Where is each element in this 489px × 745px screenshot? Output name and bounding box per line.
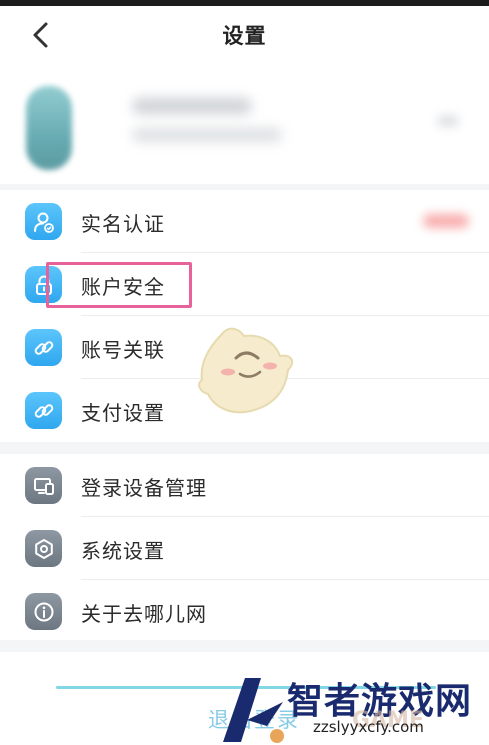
menu-item-about[interactable]: 关于去哪儿网 — [0, 580, 489, 643]
menu-item-account-linking[interactable]: 账号关联 — [0, 316, 489, 379]
info-icon — [25, 593, 62, 630]
account-settings-group: 实名认证 账户安全 账号关联 支付设置 — [0, 190, 489, 442]
watermark-logo-icon — [223, 678, 284, 743]
blurred-username — [132, 98, 252, 114]
menu-item-real-name-verification[interactable]: 实名认证 — [0, 190, 489, 253]
navigation-bar: 设置 — [0, 6, 489, 64]
link-icon — [25, 392, 62, 429]
menu-item-login-device-management[interactable]: 登录设备管理 — [0, 454, 489, 517]
menu-item-label: 登录设备管理 — [81, 476, 207, 500]
menu-item-label: 实名认证 — [81, 212, 165, 236]
menu-item-label: 账号关联 — [81, 338, 165, 362]
menu-item-payment-settings[interactable]: 支付设置 — [0, 379, 489, 442]
id-verify-icon — [25, 203, 62, 240]
menu-item-label: 支付设置 — [81, 401, 165, 425]
avatar — [26, 86, 72, 170]
menu-item-label: 系统设置 — [81, 539, 165, 563]
system-settings-group: 登录设备管理 系统设置 关于去哪儿网 — [0, 454, 489, 640]
blurred-chevron-icon — [437, 116, 459, 126]
blurred-user-info — [132, 128, 282, 142]
gear-icon — [25, 530, 62, 567]
profile-card[interactable] — [0, 64, 489, 184]
menu-item-account-security[interactable]: 账户安全 — [0, 253, 489, 316]
watermark-url: zzslyyxcfy.com — [313, 718, 424, 736]
notification-badge — [423, 214, 469, 228]
link-icon — [25, 329, 62, 366]
lock-icon — [25, 266, 62, 303]
menu-item-label: 账户安全 — [81, 275, 165, 299]
menu-item-label: 关于去哪儿网 — [81, 602, 207, 626]
devices-icon — [25, 467, 62, 504]
menu-item-system-settings[interactable]: 系统设置 — [0, 517, 489, 580]
page-title: 设置 — [222, 24, 267, 48]
